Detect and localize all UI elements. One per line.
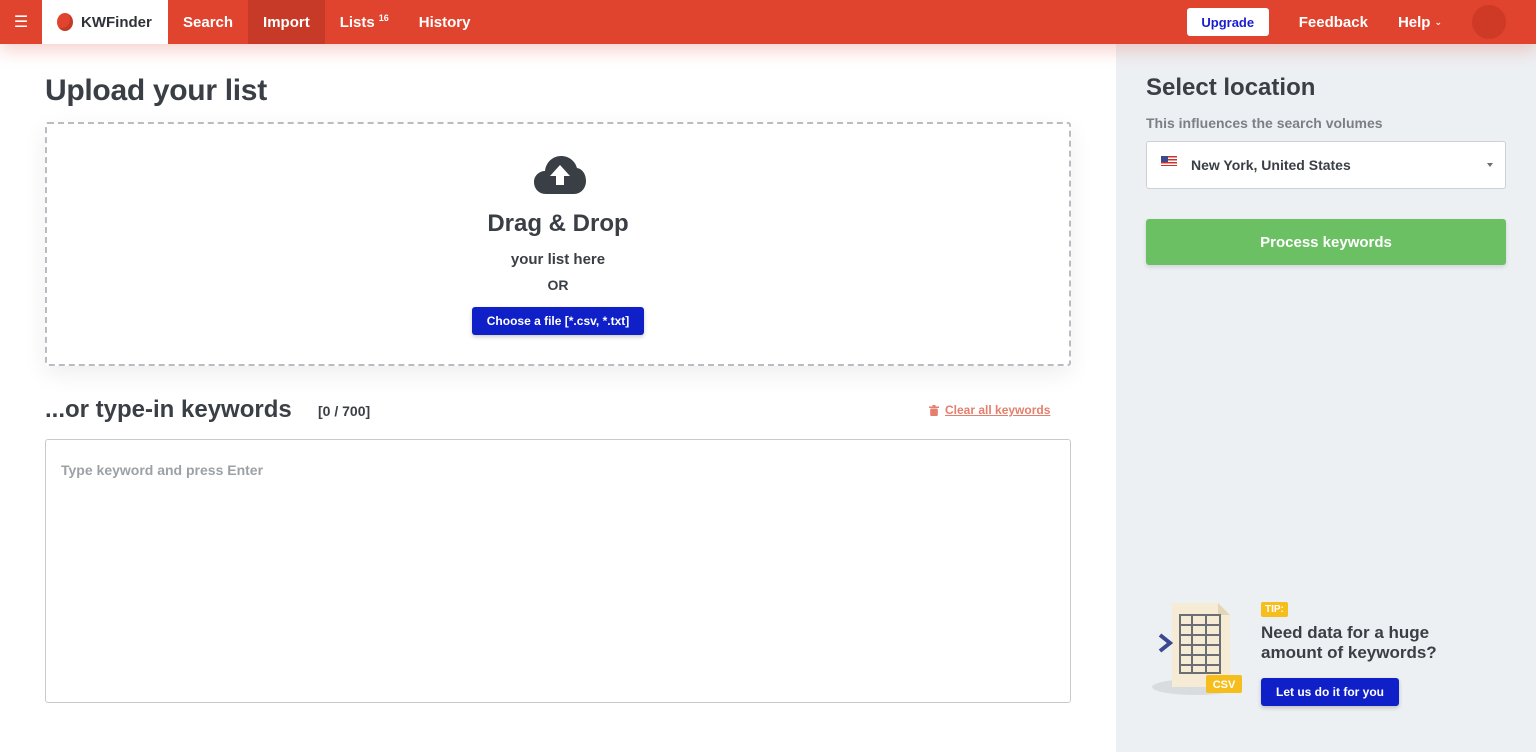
top-navigation-bar: ☰ KWFinder Search Import Lists 16 History…: [0, 0, 1536, 44]
svg-text:CSV: CSV: [1213, 679, 1236, 691]
dropdown-caret-icon: [1487, 163, 1493, 167]
help-menu[interactable]: Help ⌄: [1398, 14, 1442, 31]
app-logo[interactable]: KWFinder: [42, 0, 168, 44]
lists-count-badge: 16: [378, 13, 389, 23]
help-label: Help: [1397, 13, 1431, 31]
main-content: Upload your list Drag & Drop your list h…: [0, 44, 1116, 752]
nav-lists[interactable]: Lists 16: [325, 0, 404, 44]
choose-file-button[interactable]: Choose a file [*.csv, *.txt]: [472, 307, 644, 335]
clear-all-keywords-link[interactable]: Clear all keywords: [929, 403, 1050, 417]
chevron-down-icon: ⌄: [1434, 16, 1442, 27]
trash-icon: [929, 404, 939, 416]
process-keywords-button[interactable]: Process keywords: [1146, 219, 1506, 265]
keywords-input[interactable]: [45, 439, 1071, 703]
location-dropdown[interactable]: New York, United States: [1146, 141, 1506, 189]
feedback-link[interactable]: Feedback: [1299, 14, 1368, 31]
cloud-upload-icon: [534, 156, 586, 194]
keyword-counter: [0 / 700]: [318, 403, 371, 419]
file-drop-zone[interactable]: Drag & Drop your list here OR Choose a f…: [45, 122, 1071, 366]
clear-all-label: Clear all keywords: [945, 403, 1051, 417]
tip-text: Need data for a huge amount of keywords?: [1261, 623, 1437, 662]
nav-lists-label: Lists: [339, 13, 375, 31]
csv-file-illustration: CSV: [1152, 603, 1242, 695]
us-flag-icon: [1161, 156, 1177, 166]
hamburger-menu-icon[interactable]: ☰: [0, 0, 42, 44]
select-location-title: Select location: [1146, 74, 1316, 101]
drag-drop-subtitle: your list here: [510, 251, 606, 268]
page-title: Upload your list: [45, 74, 267, 107]
nav-import[interactable]: Import: [248, 0, 325, 44]
drag-drop-title: Drag & Drop: [487, 210, 629, 237]
or-separator: OR: [547, 277, 569, 293]
let-us-do-it-button[interactable]: Let us do it for you: [1261, 678, 1399, 706]
location-sidebar: Select location This influences the sear…: [1116, 44, 1536, 752]
selected-location: New York, United States: [1191, 157, 1351, 173]
type-keywords-title: ...or type-in keywords: [45, 396, 292, 423]
app-name: KWFinder: [81, 13, 152, 31]
kwfinder-logo-icon: [57, 13, 73, 31]
nav-search[interactable]: Search: [168, 0, 248, 44]
user-avatar[interactable]: [1472, 5, 1506, 39]
nav-history[interactable]: History: [404, 0, 486, 44]
upgrade-button[interactable]: Upgrade: [1186, 8, 1269, 36]
select-location-subtitle: This influences the search volumes: [1146, 115, 1383, 131]
tip-badge: TIP:: [1261, 602, 1288, 617]
